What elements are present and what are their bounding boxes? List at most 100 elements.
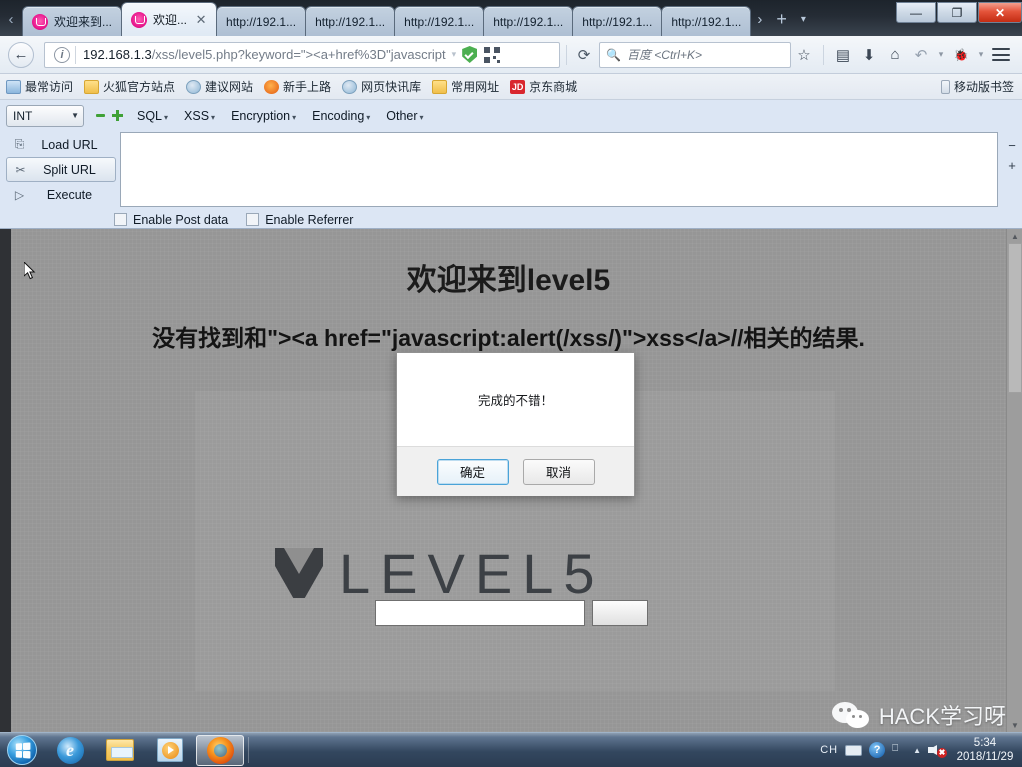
back-button[interactable]: ←	[8, 41, 34, 68]
tab-scroll-left-button[interactable]: ‹	[0, 2, 22, 36]
reload-button[interactable]: ⟳	[573, 46, 595, 64]
addon-icon[interactable]: 🐞	[948, 42, 974, 68]
tab-list-button[interactable]: ▾	[794, 2, 813, 36]
addon-caret-icon[interactable]: ▾	[974, 42, 988, 68]
reader-icon[interactable]: ▤	[830, 42, 856, 68]
bookmark-getting-started[interactable]: 新手上路	[264, 78, 331, 95]
volume-muted-icon[interactable]: ✖	[928, 742, 947, 758]
minimize-button[interactable]: —	[896, 2, 936, 23]
bookmark-star-icon[interactable]: ☆	[791, 42, 817, 68]
hackbar-side-plus[interactable]: +	[1005, 156, 1019, 176]
enable-post-data-checkbox[interactable]: Enable Post data	[114, 213, 228, 227]
search-bar[interactable]: 🔍 百度 <Ctrl+K>	[599, 41, 791, 68]
scrollbar-thumb[interactable]	[1008, 243, 1022, 393]
taskbar-media-player[interactable]	[146, 735, 194, 766]
tab-2[interactable]: http://192.1...	[216, 6, 307, 36]
hackbar-menu-other[interactable]: Other ▾	[386, 109, 423, 123]
bookmark-mobile-bookmarks[interactable]: 移动版书签	[940, 78, 1014, 95]
bookmark-news-library[interactable]: 网页快讯库	[342, 78, 421, 95]
windows-media-player-icon	[157, 738, 183, 762]
mouse-cursor-icon	[24, 262, 36, 280]
scroll-down-icon[interactable]: ▼	[1007, 718, 1022, 732]
system-tray: CH ? ⎕ ▲ ✖ 5:34 2018/11/29	[820, 733, 1022, 767]
page-scrollbar[interactable]: ▲ ▼	[1006, 229, 1022, 732]
help-icon[interactable]: ?	[869, 742, 886, 758]
hackbar-textarea[interactable]	[120, 132, 998, 207]
download-icon[interactable]: ⬇	[856, 42, 882, 68]
url-divider	[75, 45, 76, 64]
split-url-label: Split URL	[43, 162, 96, 177]
tab-7[interactable]: http://192.1...	[661, 6, 752, 36]
tab-4[interactable]: http://192.1...	[394, 6, 485, 36]
taskbar-firefox[interactable]	[196, 734, 244, 766]
hackbar-menu-sql[interactable]: SQL ▾	[137, 109, 168, 123]
shield-icon[interactable]	[462, 46, 478, 63]
url-bar[interactable]: i 192.168.1.3/xss/level5.php?keyword="><…	[44, 41, 560, 68]
taskbar-internet-explorer[interactable]: e	[46, 735, 94, 766]
alert-cancel-button[interactable]: 取消	[522, 458, 595, 485]
split-url-icon: ✂	[15, 162, 26, 177]
navigation-toolbar: ← i 192.168.1.3/xss/level5.php?keyword="…	[0, 36, 1022, 74]
split-url-button[interactable]: ✂ Split URL	[6, 157, 116, 182]
enable-referrer-checkbox[interactable]: Enable Referrer	[246, 213, 353, 227]
home-icon[interactable]: ⌂	[882, 42, 908, 68]
windows-explorer-icon	[106, 739, 134, 761]
toolbar-divider-2	[823, 44, 824, 65]
level-logo-icon	[275, 548, 323, 598]
bookmark-label: 移动版书签	[953, 80, 1014, 94]
hackbar-menu-encryption[interactable]: Encryption ▾	[231, 109, 296, 123]
bookmark-jd[interactable]: JD 京东商城	[510, 78, 577, 95]
tab-6[interactable]: http://192.1...	[572, 6, 663, 36]
hackbar-zoom-controls	[96, 110, 123, 121]
taskbar-clock[interactable]: 5:34 2018/11/29	[954, 736, 1016, 764]
hackbar-panel: INT ▼ SQL ▾ XSS ▾ Encryption ▾ Encoding ▾ Ot…	[0, 100, 1022, 280]
tab-label: http://192.1...	[226, 14, 297, 29]
firefox-icon	[206, 736, 234, 764]
windows-taskbar: e CH ? ⎕ ▲ ✖ 5:34 2018/11/29	[0, 732, 1022, 767]
bookmarks-toolbar: 最常访问 火狐官方站点 建议网站 新手上路 网页快讯库 常用网址 JD 京东商城	[0, 74, 1022, 100]
level-logo: LEVEL5	[275, 542, 755, 605]
load-url-button[interactable]: ⎘ Load URL	[6, 132, 116, 157]
alert-ok-button[interactable]: 确定	[436, 458, 509, 485]
qr-icon[interactable]	[484, 46, 501, 63]
site-info-icon[interactable]: i	[54, 46, 70, 63]
tab-5[interactable]: http://192.1...	[483, 6, 574, 36]
url-history-caret-icon[interactable]: ▾	[452, 49, 457, 60]
menu-button[interactable]	[988, 42, 1014, 68]
bookmark-most-visited[interactable]: 最常访问	[6, 78, 73, 95]
tab-label: http://192.1...	[671, 14, 742, 29]
ime-indicator[interactable]: CH	[820, 744, 838, 756]
hackbar-menu-bar: SQL ▾ XSS ▾ Encryption ▾ Encoding ▾ Other ▾	[137, 109, 424, 123]
history-caret-icon[interactable]: ▾	[934, 42, 948, 68]
plus-icon[interactable]	[112, 110, 123, 121]
tab-1-active[interactable]: 欢迎... ✕	[121, 2, 218, 36]
scroll-up-icon[interactable]: ▲	[1007, 229, 1022, 243]
bookmark-suggested-sites[interactable]: 建议网站	[186, 78, 253, 95]
close-window-button[interactable]: ✕	[978, 2, 1022, 23]
hackbar-menu-xss[interactable]: XSS ▾	[184, 109, 215, 123]
tab-0[interactable]: 欢迎来到...	[22, 6, 123, 36]
new-tab-button[interactable]: +	[769, 2, 794, 36]
history-icon[interactable]: ↶	[908, 42, 934, 68]
tab-scroll-right-button[interactable]: ›	[750, 2, 769, 36]
taskbar-windows-explorer[interactable]	[96, 735, 144, 766]
keyboard-icon[interactable]	[845, 744, 863, 756]
hackbar-mode-select[interactable]: INT ▼	[6, 104, 84, 127]
level-favicon	[32, 13, 48, 30]
tab-label: http://192.1...	[315, 14, 386, 29]
show-hidden-icons-icon[interactable]: ▲	[913, 746, 921, 755]
minus-icon[interactable]	[96, 114, 105, 117]
hackbar-menu-encoding[interactable]: Encoding ▾	[312, 109, 370, 123]
hackbar-side-minus[interactable]: −	[1005, 136, 1019, 156]
tab-close-icon[interactable]: ✕	[195, 13, 207, 26]
tab-label: http://192.1...	[404, 14, 475, 29]
network-icon[interactable]: ⎕	[892, 743, 906, 758]
tab-strip: ‹ 欢迎来到... 欢迎... ✕ http://192.1... http:/…	[0, 0, 1022, 36]
bookmark-firefox-site[interactable]: 火狐官方站点	[84, 78, 175, 95]
tab-3[interactable]: http://192.1...	[305, 6, 396, 36]
bookmark-common-urls[interactable]: 常用网址	[432, 78, 499, 95]
execute-button[interactable]: ▷ Execute	[6, 182, 116, 207]
start-button[interactable]	[0, 734, 44, 767]
folder-icon	[84, 79, 100, 94]
restore-button[interactable]: ❐	[937, 2, 977, 23]
